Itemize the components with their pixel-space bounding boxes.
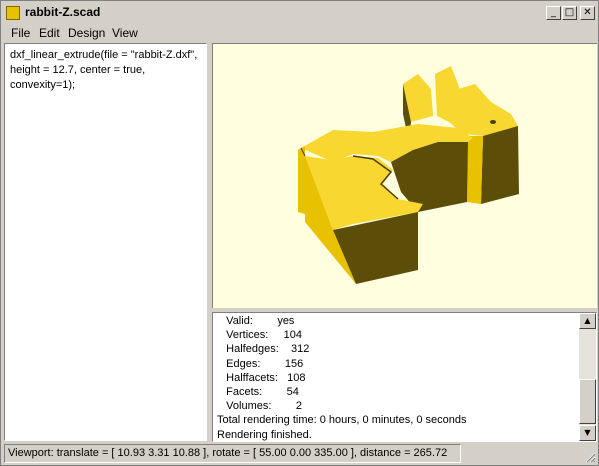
console-line: Rendering finished.: [217, 428, 312, 441]
close-button[interactable]: ✕: [580, 6, 595, 20]
main-window: rabbit-Z.scad _ □ ✕ File Edit Design Vie…: [0, 0, 599, 466]
scroll-up-icon[interactable]: ▲: [579, 313, 596, 329]
console-line: Halffacets: 108: [217, 371, 306, 384]
viewport-status: Viewport: translate = [ 10.93 3.31 10.88…: [8, 447, 448, 459]
menu-edit[interactable]: Edit: [39, 26, 60, 40]
console-line: Halfedges: 312: [217, 343, 310, 356]
3d-viewport[interactable]: [212, 43, 597, 308]
console-line: Valid: yes: [217, 315, 295, 327]
console-output: Valid: yes Vertices: 104 Halfedges: 312 …: [217, 314, 577, 442]
console-line: Total rendering time: 0 hours, 0 minutes…: [217, 414, 467, 427]
menu-view[interactable]: View: [112, 26, 138, 40]
minimize-button[interactable]: _: [546, 6, 561, 20]
model-head-top: [449, 84, 518, 136]
console-panel[interactable]: Valid: yes Vertices: 104 Halfedges: 312 …: [212, 312, 597, 442]
window-title: rabbit-Z.scad: [25, 5, 101, 19]
console-scrollbar[interactable]: ▲ ▼: [579, 313, 596, 441]
console-line: Volumes: 2: [217, 400, 302, 413]
menu-design[interactable]: Design: [68, 26, 105, 40]
title-bar[interactable]: rabbit-Z.scad _ □ ✕: [3, 3, 596, 24]
console-line: Facets: 54: [217, 385, 299, 398]
console-line: Edges: 156: [217, 357, 304, 370]
status-bar: Viewport: translate = [ 10.93 3.31 10.88…: [4, 444, 461, 463]
model-head-front: [467, 136, 483, 204]
editor-text[interactable]: dxf_linear_extrude(file = "rabbit-Z.dxf"…: [10, 48, 202, 93]
code-editor[interactable]: dxf_linear_extrude(file = "rabbit-Z.dxf"…: [4, 43, 207, 441]
model-left-slab: [298, 146, 305, 214]
menu-file[interactable]: File: [11, 26, 30, 40]
menu-bar: File Edit Design View: [3, 24, 596, 42]
openscad-app-icon[interactable]: [6, 6, 20, 20]
console-line: Vertices: 104: [217, 329, 302, 342]
model-head-side: [481, 126, 519, 204]
scroll-down-icon[interactable]: ▼: [579, 425, 596, 441]
scrollbar-thumb[interactable]: [579, 379, 596, 424]
resize-grip-icon[interactable]: [584, 451, 596, 463]
maximize-button[interactable]: □: [562, 6, 577, 20]
rabbit-model: [298, 66, 519, 284]
